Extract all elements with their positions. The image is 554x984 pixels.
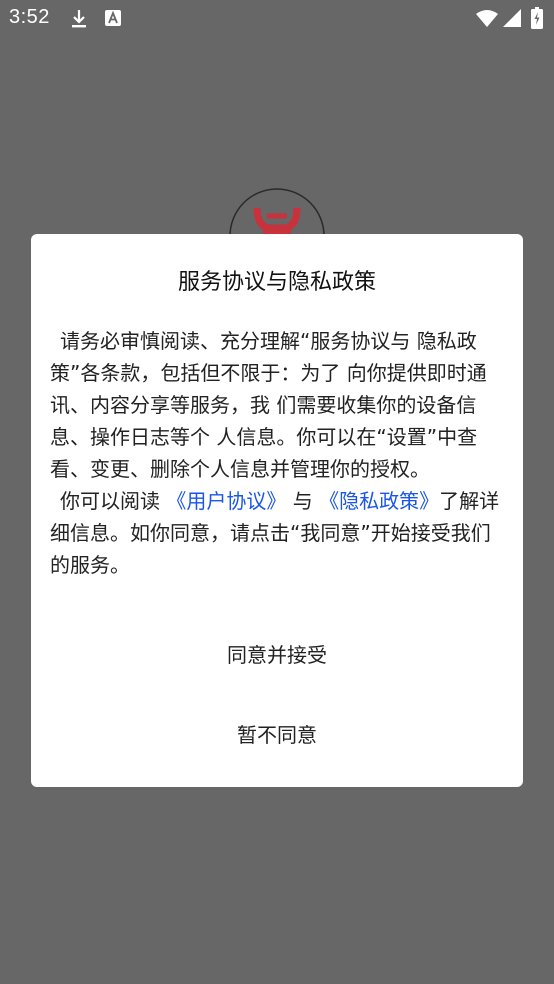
dialog-body: 请务必审慎阅读、充分理解“服务协议与 隐私政策”各条款，包括但不限于：为了 向你… xyxy=(50,325,508,581)
download-icon xyxy=(72,10,86,28)
wifi-icon xyxy=(476,10,498,27)
disagree-button[interactable]: 暂不同意 xyxy=(31,707,523,763)
user-agreement-link[interactable]: 《用户协议》 xyxy=(166,489,286,513)
para2-and: 与 xyxy=(286,489,320,513)
status-time: 3:52 xyxy=(9,6,50,28)
dialog-title: 服务协议与隐私政策 xyxy=(177,270,376,295)
agreement-paragraph: 请务必审慎阅读、充分理解“服务协议与 隐私政策”各条款，包括但不限于：为了 向你… xyxy=(50,329,487,481)
read-links-paragraph: 你可以阅读 《用户协议》 与 《隐私政策》了解详细信息。如你同意，请点击“我同意… xyxy=(50,485,508,581)
signal-icon xyxy=(503,9,521,27)
a-box-icon xyxy=(105,10,121,26)
battery-icon xyxy=(531,7,543,29)
para2-prefix: 你可以阅读 xyxy=(60,489,167,513)
status-bar: 3:52 xyxy=(0,0,554,38)
privacy-policy-link[interactable]: 《隐私政策》 xyxy=(319,489,439,513)
privacy-dialog: 服务协议与隐私政策 请务必审慎阅读、充分理解“服务协议与 隐私政策”各条款，包括… xyxy=(31,234,523,787)
screen: 3:52 服务协议与隐私政策 请务必审慎阅读、充分理解“服务协议与 隐私政策”各… xyxy=(0,0,554,984)
agree-button[interactable]: 同意并接受 xyxy=(31,627,523,683)
